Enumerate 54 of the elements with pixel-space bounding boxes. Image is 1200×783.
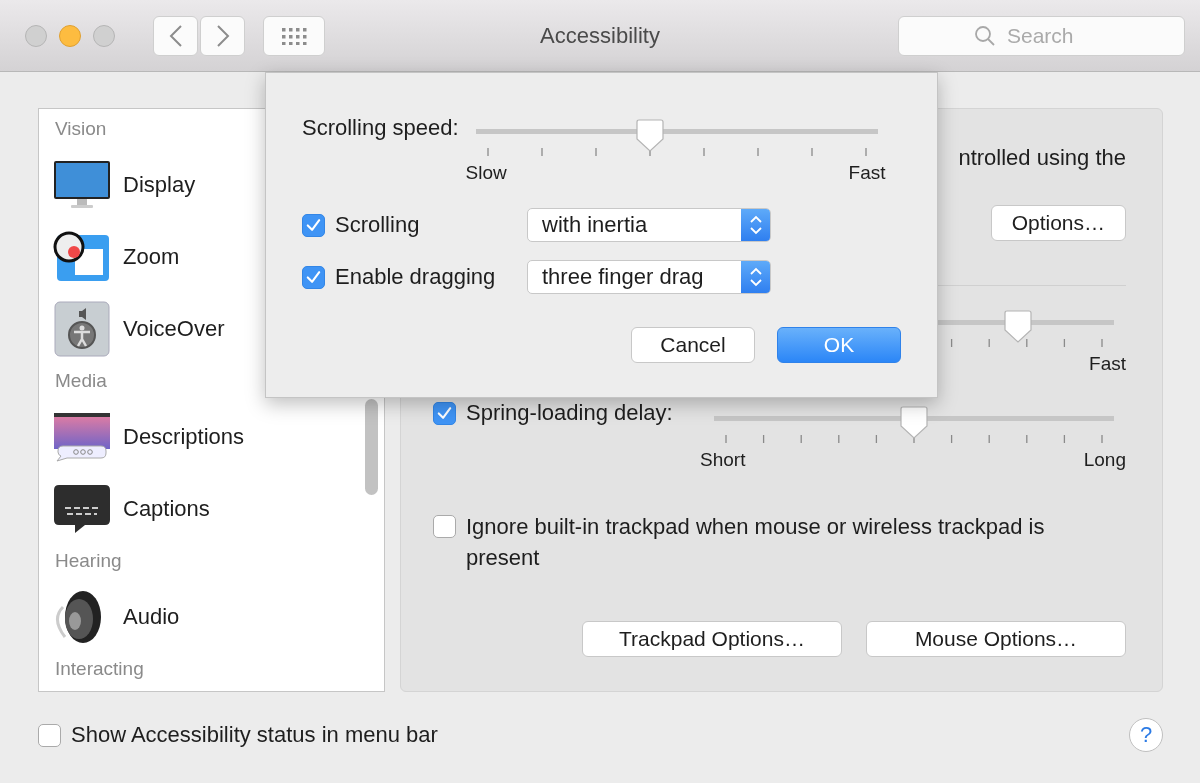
slider-min-label: Short (700, 449, 746, 471)
sidebar-item[interactable]: Audio (53, 581, 384, 653)
checkbox[interactable] (433, 401, 456, 425)
checkbox-label: Show Accessibility status in menu bar (71, 722, 438, 748)
chevron-left-icon (168, 23, 183, 48)
group-label: Vision (54, 117, 107, 141)
checkbox-label: Scrolling (335, 212, 420, 238)
chevron-right-icon (215, 23, 230, 48)
options-button[interactable]: Trackpad Options… (582, 621, 842, 657)
dropdown[interactable]: three finger drag (527, 260, 771, 294)
sidebar-item[interactable]: Captions (53, 473, 384, 545)
slider-label: Scrolling speed: (302, 115, 459, 141)
magnifier-window-icon (53, 231, 111, 283)
help-button[interactable]: ? (1129, 718, 1163, 752)
search-field[interactable]: Search (898, 15, 1185, 56)
checkbox[interactable] (433, 515, 456, 538)
forward-button[interactable] (200, 15, 245, 56)
group-label: Interacting (54, 657, 144, 681)
back-button[interactable] (153, 15, 198, 56)
search-icon (974, 24, 996, 47)
screen-speech-bubble-icon (53, 412, 111, 462)
checkbox[interactable] (38, 723, 61, 747)
slider-thumb[interactable] (900, 406, 928, 440)
slider-thumb[interactable] (636, 119, 665, 153)
slider-max-label: Long (1083, 449, 1126, 471)
group-label: Media (54, 369, 107, 393)
options-button[interactable]: Mouse Options… (866, 621, 1126, 657)
window-title: Accessibility (540, 22, 660, 49)
cancel-button[interactable]: Cancel (631, 327, 755, 363)
accessibility-icon (53, 301, 111, 357)
sidebar-item[interactable]: Descriptions (53, 401, 384, 473)
close-button[interactable] (25, 24, 47, 47)
slider-thumb[interactable] (1004, 310, 1033, 344)
checkbox[interactable] (302, 265, 325, 289)
description-text: ntrolled using the (958, 145, 1126, 172)
minimize-button[interactable] (59, 24, 81, 47)
options-button[interactable]: Options… (990, 205, 1126, 241)
grid-icon (281, 26, 307, 45)
slider-max-label: Fast (1089, 353, 1126, 375)
up-down-arrows-icon (748, 266, 763, 288)
dropdown[interactable]: with inertia (527, 208, 771, 242)
checkbox-label: Ignore built-in trackpad when mouse or wireless trackpad is present (466, 513, 1046, 572)
caption-bubble-icon (53, 484, 111, 534)
group-label: Hearing (54, 549, 122, 573)
zoom-button[interactable] (93, 24, 115, 47)
slider-min-label: Slow (465, 162, 507, 184)
monitor-icon (53, 160, 111, 210)
scrollbar-thumb[interactable] (365, 399, 378, 495)
slider-max-label: Fast (848, 162, 886, 184)
checkbox[interactable] (302, 213, 325, 237)
show-all-button[interactable] (263, 15, 325, 56)
checkbox-label: Enable dragging (335, 264, 496, 290)
checkbox-label: Spring-loading delay: (466, 400, 673, 426)
up-down-arrows-icon (748, 214, 763, 236)
